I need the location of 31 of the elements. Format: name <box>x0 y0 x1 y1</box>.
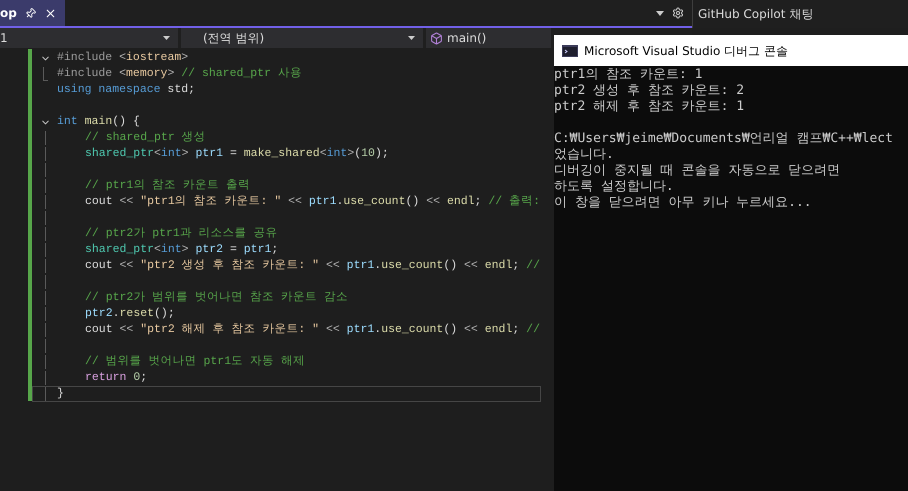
scope-dropdown[interactable]: (전역 범위) <box>181 28 423 48</box>
code-line: // shared_ptr 생성 <box>85 130 206 146</box>
code-line: #include <iostream> <box>57 50 188 66</box>
code-line: shared_ptr<int> ptr1 = make_shared<int>(10); <box>85 146 389 162</box>
console-output-line: 디버깅이 중지될 때 콘솔을 자동으로 닫으려면 <box>554 163 840 179</box>
console-output-line: ptr2 해제 후 참조 카운트: 1 <box>554 99 744 115</box>
code-line: cout << "ptr2 해제 후 참조 카운트: " << ptr1.use_count() << endl; // <box>85 322 540 338</box>
code-line: using namespace std; <box>57 82 196 98</box>
console-output-line: 이 창을 닫으려면 아무 키나 누르세요... <box>554 195 812 211</box>
console-title: Microsoft Visual Studio 디버그 콘솔 <box>584 42 788 60</box>
editor-tab[interactable]: op <box>0 0 65 26</box>
code-line: cout << "ptr1의 참조 카운트: " << ptr1.use_count() << endl; // 출력: <box>85 194 540 210</box>
console-output-line: C:₩Users₩jeime₩Documents₩언리얼 캠프₩C++₩lect <box>554 131 893 147</box>
code-line: // 범위를 벗어나면 ptr1도 자동 해제 <box>85 354 305 370</box>
member-dropdown[interactable]: main() <box>426 28 551 48</box>
code-line: } <box>57 386 64 402</box>
code-line: // ptr2가 범위를 벗어나면 참조 카운트 감소 <box>85 290 348 306</box>
code-line: int main() { <box>57 114 140 130</box>
code-line: // ptr1의 참조 카운트 출력 <box>85 178 250 194</box>
code-line: shared_ptr<int> ptr2 = ptr1; <box>85 242 278 258</box>
code-line: #include <memory> // shared_ptr 사용 <box>57 66 302 82</box>
console-output-line: ptr2 생성 후 참조 카운트: 2 <box>554 83 744 99</box>
code-line: // ptr2가 ptr1과 리소스를 공유 <box>85 226 278 242</box>
panel-title: GitHub Copilot 채팅 <box>698 6 814 23</box>
console-output-line: 었습니다. <box>554 147 614 163</box>
project-dropdown[interactable]: 1 <box>0 28 178 48</box>
code-line: return 0; <box>85 370 148 386</box>
code-line: cout << "ptr2 생성 후 참조 카운트: " << ptr1.use_count() << endl; // <box>85 258 540 274</box>
console-output-line: 하도록 설정합니다. <box>554 179 674 195</box>
code-line: ptr2.reset(); <box>85 306 175 322</box>
console-output-line: ptr1의 참조 카운트: 1 <box>554 67 702 83</box>
